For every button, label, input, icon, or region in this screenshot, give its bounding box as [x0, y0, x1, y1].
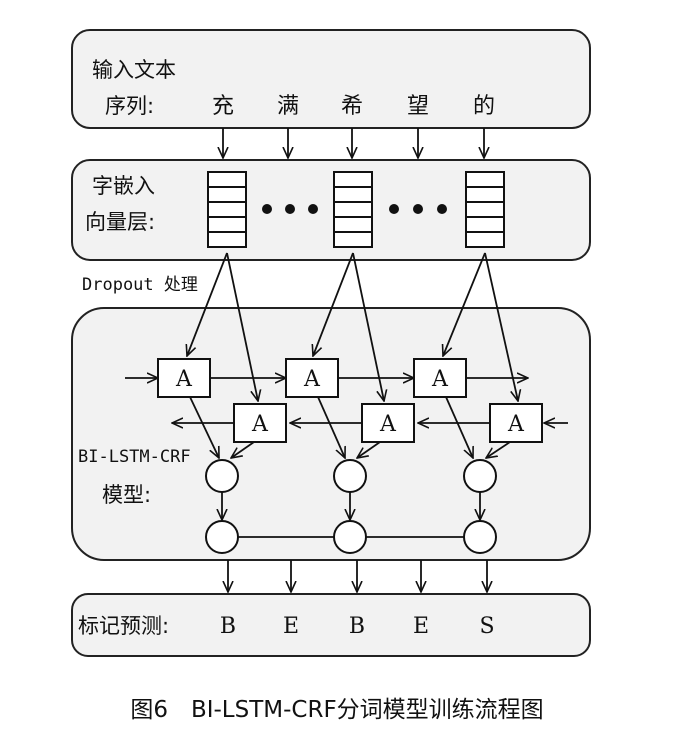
cell-label: A	[379, 412, 397, 437]
forward-lstm-cell: A	[157, 358, 211, 398]
embedding-vector	[465, 171, 505, 248]
backward-lstm-cell: A	[489, 403, 543, 443]
forward-lstm-cell: A	[413, 358, 467, 398]
tag-prediction-box: 标记预测: B E B E S	[71, 593, 591, 657]
embedding-label-line1: 字嵌入	[92, 174, 155, 198]
crf-node	[205, 520, 239, 554]
figure-caption: 图6 BI-LSTM-CRF分词模型训练流程图	[130, 697, 544, 723]
forward-lstm-cell: A	[285, 358, 339, 398]
cell-label: A	[431, 367, 449, 392]
tag: B	[349, 614, 365, 639]
cell-label: A	[175, 367, 193, 392]
tag: B	[220, 614, 236, 639]
input-label-line2: 序列:	[105, 94, 154, 118]
model-label-line2: 模型:	[102, 483, 151, 507]
input-token: 的	[473, 94, 495, 119]
tag-prediction-label: 标记预测:	[78, 614, 169, 638]
crf-node	[333, 520, 367, 554]
tag: E	[283, 614, 299, 639]
flow-diagram: 输入文本 序列: 充 满 希 望 的 字嵌入 向量层: Dropout 处理 B…	[71, 29, 591, 657]
embedding-label-line2: 向量层:	[85, 210, 155, 234]
hidden-output-node	[333, 459, 367, 493]
hidden-output-node	[205, 459, 239, 493]
crf-node	[463, 520, 497, 554]
model-label-line1: BI-LSTM-CRF	[78, 447, 191, 467]
backward-lstm-cell: A	[361, 403, 415, 443]
input-to-embedding-arrows	[223, 128, 484, 158]
tag: S	[479, 614, 494, 639]
cell-label: A	[251, 412, 269, 437]
cell-label: A	[303, 367, 321, 392]
model-to-output-arrows	[228, 560, 487, 592]
embedding-vector	[207, 171, 247, 248]
input-token: 望	[407, 94, 429, 119]
cell-label: A	[507, 412, 525, 437]
dropout-label: Dropout 处理	[82, 275, 198, 295]
tag: E	[413, 614, 429, 639]
backward-lstm-cell: A	[233, 403, 287, 443]
embedding-vector	[333, 171, 373, 248]
embedding-layer-box: 字嵌入 向量层:	[71, 159, 591, 261]
input-text-box: 输入文本 序列: 充 满 希 望 的	[71, 29, 591, 129]
input-token: 充	[212, 94, 234, 119]
input-token: 希	[341, 94, 363, 119]
input-token: 满	[277, 94, 299, 119]
input-label-line1: 输入文本	[92, 58, 176, 82]
hidden-output-node	[463, 459, 497, 493]
